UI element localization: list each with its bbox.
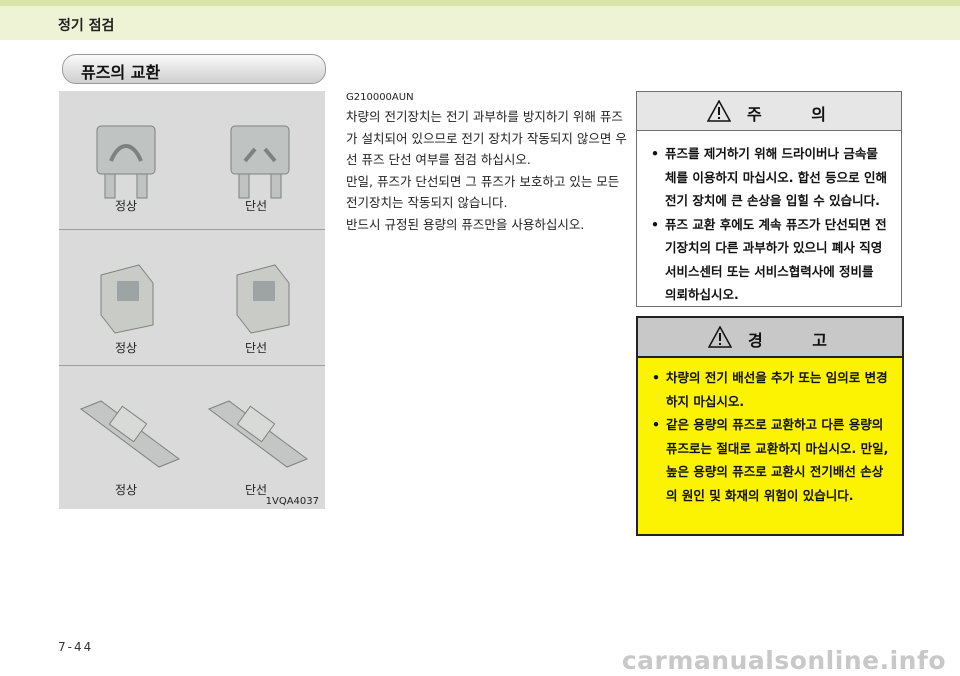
warning-list: • 차량의 전기 배선을 추가 또는 임의로 변경하지 마십시오. • 같은 용량의… xyxy=(652,366,890,507)
warning-item: • 차량의 전기 배선을 추가 또는 임의로 변경하지 마십시오. xyxy=(652,366,890,413)
mini-fuse-illustration xyxy=(96,125,290,199)
caution-box: 주 의 • 퓨즈를 제거하기 위해 드라이버나 금속물체를 이용하지 마십시오. … xyxy=(636,91,902,307)
label-normal: 정상 xyxy=(115,483,138,497)
section-title-pill: 퓨즈의 교환 xyxy=(62,54,326,84)
body-paragraph: 만일, 퓨즈가 단선되면 그 퓨즈가 보호하고 있는 모든 전기장치는 작동되지… xyxy=(346,173,620,211)
bullet-icon: • xyxy=(651,146,659,161)
bullet-icon: • xyxy=(652,370,660,385)
warning-header: 경 고 xyxy=(638,318,902,358)
label-normal: 정상 xyxy=(115,341,138,355)
label-blown: 단선 xyxy=(245,341,268,355)
figure-code: 1VQA4037 xyxy=(265,496,319,507)
document-code: G210000AUN xyxy=(346,92,414,103)
warning-title: 경 고 xyxy=(748,331,850,350)
section-title: 퓨즈의 교환 xyxy=(81,63,161,82)
bullet-icon: • xyxy=(652,417,660,432)
label-blown: 단선 xyxy=(245,199,268,213)
page-number: 7-44 xyxy=(58,640,94,654)
body-paragraph: 차량의 전기장치는 전기 과부하를 방지하기 위해 퓨즈가 설치되어 있으므로 … xyxy=(346,109,627,167)
bullet-icon: • xyxy=(651,216,659,232)
label-normal: 정상 xyxy=(115,199,138,213)
header-stripe xyxy=(0,0,960,6)
caution-title: 주 의 xyxy=(747,105,849,124)
figure-row-mini-fuse: 정상 단선 xyxy=(59,91,325,230)
figure-row-multi-fuse: 정상 단선 xyxy=(59,365,325,509)
caution-list: • 퓨즈를 제거하기 위해 드라이버나 금속물체를 이용하지 마십시오. 합선 등… xyxy=(651,142,889,307)
warning-triangle-icon xyxy=(708,326,732,348)
cartridge-fuse-illustration xyxy=(100,264,290,334)
watermark: carmanualsonline.info xyxy=(621,646,946,675)
header-bar xyxy=(0,0,960,40)
fuse-figure: 정상 단선 정상 단선 정상 단선 1VQA4037 xyxy=(59,91,325,509)
label-blown: 단선 xyxy=(245,483,268,497)
body-paragraph: 반드시 규정된 용량의 퓨즈만을 사용하십시오. xyxy=(346,216,585,232)
caution-header: 주 의 xyxy=(637,92,901,131)
warning-triangle-icon xyxy=(707,100,731,122)
caution-item: • 퓨즈 교환 후에도 계속 퓨즈가 단선되면 전기장치의 다른 과부하가 있으니… xyxy=(651,213,889,307)
multi-fuse-illustration xyxy=(79,400,309,468)
body-text: 차량의 전기장치는 전기 과부하를 방지하기 위해 퓨즈가 설치되어 있으므로 … xyxy=(346,106,628,235)
caution-item: • 퓨즈를 제거하기 위해 드라이버나 금속물체를 이용하지 마십시오. 합선 등… xyxy=(651,142,889,213)
warning-box: 경 고 • 차량의 전기 배선을 추가 또는 임의로 변경하지 마십시오. • 같은… xyxy=(636,316,904,536)
warning-item: • 같은 용량의 퓨즈로 교환하고 다른 용량의 퓨즈로는 절대로 교환하지 마십… xyxy=(652,413,890,507)
page-header-title: 정기 점검 xyxy=(58,18,115,34)
figure-row-cartridge-fuse: 정상 단선 xyxy=(59,229,325,366)
